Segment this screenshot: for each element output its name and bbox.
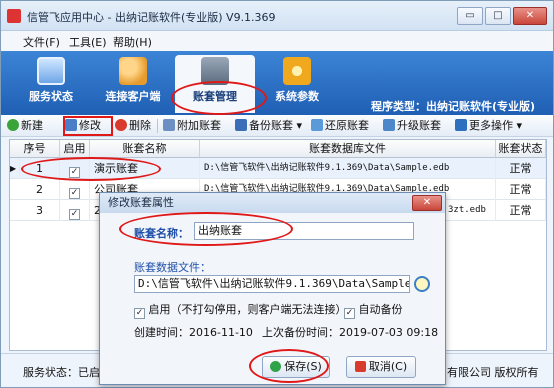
app-logo-icon xyxy=(7,9,21,23)
col-header-name[interactable]: 账套名称 xyxy=(90,140,200,158)
nav-label: 账套管理 xyxy=(193,90,237,103)
people-icon xyxy=(119,57,147,85)
title-bar: 信管飞应用中心 - 出纳记账软件(专业版) V9.1.369 ▭ □ ✕ xyxy=(1,1,553,31)
col-header-no[interactable]: 序号 xyxy=(10,140,60,158)
edit-icon xyxy=(65,119,77,131)
restore-icon xyxy=(311,119,323,131)
nav-label: 服务状态 xyxy=(29,90,73,103)
data-file-input[interactable]: D:\信管飞软件\出纳记账软件9.1.369\Data\Sample.edb xyxy=(134,275,410,293)
edit-button[interactable]: 修改 xyxy=(65,118,101,134)
save-button[interactable]: 保存(S) xyxy=(262,356,330,378)
monitor-icon xyxy=(37,57,65,85)
copyright-text: 有限公司 版权所有 xyxy=(447,366,539,379)
menu-tools[interactable]: 工具(E) xyxy=(69,34,107,50)
new-button[interactable]: 新建 xyxy=(7,118,43,134)
last-backup-time: 上次备份时间：2019-07-03 09:18 xyxy=(262,326,439,339)
upgrade-account-button[interactable]: 升级账套 xyxy=(383,118,441,134)
dialog-close-button[interactable]: ✕ xyxy=(412,195,442,211)
cell-no: 3 xyxy=(20,200,60,221)
nav-label: 连接客户端 xyxy=(105,90,161,103)
menu-bar: 文件(F) 工具(E) 帮助(H) xyxy=(1,31,553,51)
enabled-checkbox[interactable]: ✓ xyxy=(69,188,80,199)
browse-search-icon[interactable] xyxy=(414,276,430,292)
add-icon xyxy=(7,119,19,131)
cell-status: 正常 xyxy=(496,179,546,200)
service-status-text: 服务状态：已启动 xyxy=(23,366,111,379)
enabled-checkbox[interactable]: ✓ xyxy=(69,209,80,220)
col-header-status[interactable]: 账套状态 xyxy=(496,140,546,158)
maximize-button[interactable]: □ xyxy=(485,7,511,25)
toolbar-separator xyxy=(157,119,158,133)
minimize-button[interactable]: ▭ xyxy=(457,7,483,25)
backup-account-button[interactable]: 备份账套 ▾ xyxy=(235,118,302,134)
restore-account-button[interactable]: 还原账套 xyxy=(311,118,369,134)
cell-status: 正常 xyxy=(496,200,546,221)
cell-status: 正常 xyxy=(496,158,546,179)
delete-icon xyxy=(115,119,127,131)
dialog-title: 修改账套属性 xyxy=(100,193,445,213)
created-time: 创建时间：2016-11-10 xyxy=(134,326,253,339)
upgrade-icon xyxy=(383,119,395,131)
toolbar: 新建 修改 删除 附加账套 备份账套 ▾ 还原账套 升级账套 更多操作 ▾ xyxy=(1,115,553,137)
backup-icon xyxy=(235,119,247,131)
nav-bar: 服务状态 连接客户端 账套管理 系统参数 程序类型：出纳记账软件(专业版) xyxy=(1,51,553,115)
main-window: 信管飞应用中心 - 出纳记账软件(专业版) V9.1.369 ▭ □ ✕ 文件(… xyxy=(0,0,554,388)
nav-system-params[interactable]: 系统参数 xyxy=(257,55,337,113)
gear-icon xyxy=(283,57,311,85)
cell-enabled[interactable]: ✓ xyxy=(60,200,90,221)
menu-file[interactable]: 文件(F) xyxy=(23,34,60,50)
cell-file: D:\信管飞软件\出纳记账软件9.1.369\Data\Sample.edb xyxy=(200,158,496,179)
chevron-down-icon xyxy=(455,119,467,131)
checkmark-icon xyxy=(270,361,282,372)
enable-option[interactable]: ✓ 启用（不打勾停用，则客户端无法连接） xyxy=(134,301,347,319)
database-icon xyxy=(201,57,229,85)
cancel-icon xyxy=(354,361,366,372)
col-header-file[interactable]: 账套数据库文件 xyxy=(200,140,496,158)
enabled-checkbox[interactable]: ✓ xyxy=(69,167,80,178)
cell-no: 1 xyxy=(20,158,60,179)
nav-account-management[interactable]: 账套管理 xyxy=(175,55,255,113)
nav-connected-clients[interactable]: 连接客户端 xyxy=(93,55,173,113)
cell-no: 2 xyxy=(20,179,60,200)
auto-backup-checkbox[interactable]: ✓ xyxy=(344,308,355,319)
delete-button[interactable]: 删除 xyxy=(115,118,151,134)
nav-service-status[interactable]: 服务状态 xyxy=(11,55,91,113)
window-title: 信管飞应用中心 - 出纳记账软件(专业版) V9.1.369 xyxy=(27,11,276,24)
cell-enabled[interactable]: ✓ xyxy=(60,179,90,200)
attach-icon xyxy=(163,119,175,131)
row-pointer-icon: ▶ xyxy=(10,158,20,179)
program-type-label: 程序类型：出纳记账软件(专业版) xyxy=(371,100,536,113)
data-file-label: 账套数据文件： xyxy=(134,261,211,274)
col-header-enabled[interactable]: 启用 xyxy=(60,140,90,158)
cell-enabled[interactable]: ✓ xyxy=(60,158,90,179)
enable-checkbox[interactable]: ✓ xyxy=(134,308,145,319)
close-button[interactable]: ✕ xyxy=(513,7,547,25)
cancel-button[interactable]: 取消(C) xyxy=(346,356,416,378)
auto-backup-option[interactable]: ✓ 自动备份 xyxy=(344,301,403,319)
nav-label: 系统参数 xyxy=(275,90,319,103)
cell-name: 演示账套 xyxy=(90,158,200,179)
attach-account-button[interactable]: 附加账套 xyxy=(163,118,221,134)
account-name-input[interactable]: 出纳账套 xyxy=(194,222,414,240)
account-name-label: 账套名称： xyxy=(134,227,189,240)
table-row[interactable]: ▶ 1 ✓ 演示账套 D:\信管飞软件\出纳记账软件9.1.369\Data\S… xyxy=(10,158,546,179)
menu-help[interactable]: 帮助(H) xyxy=(113,34,152,50)
more-actions-button[interactable]: 更多操作 ▾ xyxy=(455,118,522,134)
edit-account-dialog: 修改账套属性 ✕ 账套名称： 出纳账套 账套数据文件： D:\信管飞软件\出纳记… xyxy=(99,192,446,385)
